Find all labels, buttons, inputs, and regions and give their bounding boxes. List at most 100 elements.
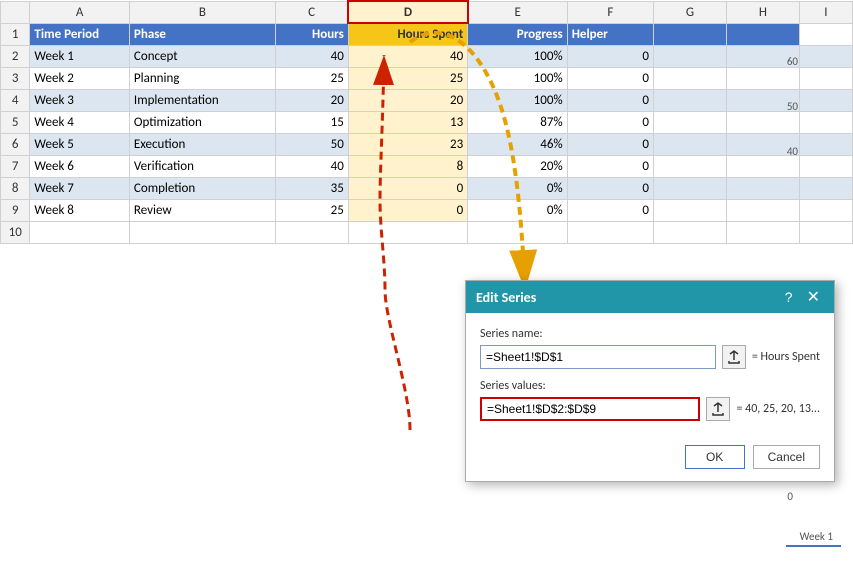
header-g: [653, 23, 726, 45]
cell-9d[interactable]: 0: [348, 199, 467, 221]
row-header-3: 3: [1, 67, 30, 89]
dialog-question-button[interactable]: ?: [781, 289, 797, 305]
col-header-c[interactable]: C: [275, 1, 348, 23]
cell-4d[interactable]: 20: [348, 89, 467, 111]
dialog-title: Edit Series: [476, 289, 536, 306]
cancel-button[interactable]: Cancel: [753, 445, 820, 469]
series-values-label: Series values:: [480, 379, 820, 393]
cell-5d[interactable]: 13: [348, 111, 467, 133]
chart-y-label-0: 0: [787, 490, 793, 503]
col-header-g[interactable]: G: [653, 1, 726, 23]
dialog-titlebar: Edit Series ? ✕: [466, 281, 834, 313]
cell-2g: [653, 45, 726, 67]
cell-7b: Verification: [129, 155, 275, 177]
cell-3i: [799, 67, 852, 89]
cell-5g: [653, 111, 726, 133]
cell-10e: [468, 221, 568, 243]
cell-6d[interactable]: 23: [348, 133, 467, 155]
cell-4f: 0: [567, 89, 653, 111]
series-values-result: = 40, 25, 20, 13...: [736, 402, 820, 416]
cell-5c: 15: [275, 111, 348, 133]
cell-3e: 100%: [468, 67, 568, 89]
cell-8d[interactable]: 0: [348, 177, 467, 199]
dialog-controls: ? ✕: [781, 287, 824, 307]
col-header-i[interactable]: I: [799, 1, 852, 23]
header-progress: Progress: [468, 23, 568, 45]
col-header-h[interactable]: H: [726, 1, 799, 23]
chart-y-label-50: 50: [787, 100, 798, 113]
series-values-input[interactable]: [480, 397, 700, 421]
row-header-6: 6: [1, 133, 30, 155]
cell-6e: 46%: [468, 133, 568, 155]
col-header-f[interactable]: F: [567, 1, 653, 23]
dialog-close-button[interactable]: ✕: [803, 287, 824, 307]
series-name-input[interactable]: [480, 345, 716, 369]
cell-7d[interactable]: 8: [348, 155, 467, 177]
cell-10h: [726, 221, 799, 243]
edit-series-dialog[interactable]: Edit Series ? ✕ Series name: = Hours Spe…: [465, 280, 835, 482]
cell-4b: Implementation: [129, 89, 275, 111]
cell-4e: 100%: [468, 89, 568, 111]
cell-6i: [799, 133, 852, 155]
header-hours-spent[interactable]: Hours Spent: [348, 23, 467, 45]
cell-3b: Planning: [129, 67, 275, 89]
cell-7a: Week 6: [30, 155, 130, 177]
cell-2b: Concept: [129, 45, 275, 67]
cell-5f: 0: [567, 111, 653, 133]
series-name-upload-btn[interactable]: [722, 345, 746, 369]
col-header-empty: [1, 1, 30, 23]
col-header-d[interactable]: D: [348, 1, 467, 23]
cell-9a: Week 8: [30, 199, 130, 221]
series-name-result: = Hours Spent: [752, 350, 820, 364]
cell-2a: Week 1: [30, 45, 130, 67]
cell-10g: [653, 221, 726, 243]
cell-6c: 50: [275, 133, 348, 155]
cell-3a: Week 2: [30, 67, 130, 89]
cell-6b: Execution: [129, 133, 275, 155]
cell-6g: [653, 133, 726, 155]
cell-4c: 20: [275, 89, 348, 111]
chart-y-label-40: 40: [787, 145, 798, 158]
cell-5b: Optimization: [129, 111, 275, 133]
cell-6f: 0: [567, 133, 653, 155]
cell-8g: [653, 177, 726, 199]
cell-3d[interactable]: 25: [348, 67, 467, 89]
cell-10i: [799, 221, 852, 243]
series-values-upload-btn[interactable]: [706, 397, 730, 421]
cell-2c: 40: [275, 45, 348, 67]
row-header-8: 8: [1, 177, 30, 199]
cell-5i: [799, 111, 852, 133]
cell-8e: 0%: [468, 177, 568, 199]
cell-2e: 100%: [468, 45, 568, 67]
row-header-1: 1: [1, 23, 30, 45]
cell-10a: [30, 221, 130, 243]
cell-7g: [653, 155, 726, 177]
chart-line: [786, 545, 841, 547]
dialog-body: Series name: = Hours Spent Series values…: [466, 313, 834, 441]
cell-7c: 40: [275, 155, 348, 177]
cell-7f: 0: [567, 155, 653, 177]
grid-table: A B C D E F G H I 1 Time Period Phase Ho…: [0, 0, 853, 244]
col-header-b[interactable]: B: [129, 1, 275, 23]
series-name-label: Series name:: [480, 327, 820, 341]
cell-6a: Week 5: [30, 133, 130, 155]
ok-button[interactable]: OK: [685, 445, 745, 469]
cell-8c: 35: [275, 177, 348, 199]
cell-10c: [275, 221, 348, 243]
row-header-7: 7: [1, 155, 30, 177]
cell-8f: 0: [567, 177, 653, 199]
col-header-e[interactable]: E: [468, 1, 568, 23]
chart-x-label: Week 1: [800, 530, 833, 543]
cell-7h: [726, 155, 799, 177]
cell-2d[interactable]: 40: [348, 45, 467, 67]
cell-7e: 20%: [468, 155, 568, 177]
cell-10f: [567, 221, 653, 243]
cell-7i: [799, 155, 852, 177]
cell-9g: [653, 199, 726, 221]
cell-9f: 0: [567, 199, 653, 221]
cell-4a: Week 3: [30, 89, 130, 111]
cell-9b: Review: [129, 199, 275, 221]
row-header-5: 5: [1, 111, 30, 133]
series-name-row: = Hours Spent: [480, 345, 820, 369]
col-header-a[interactable]: A: [30, 1, 130, 23]
